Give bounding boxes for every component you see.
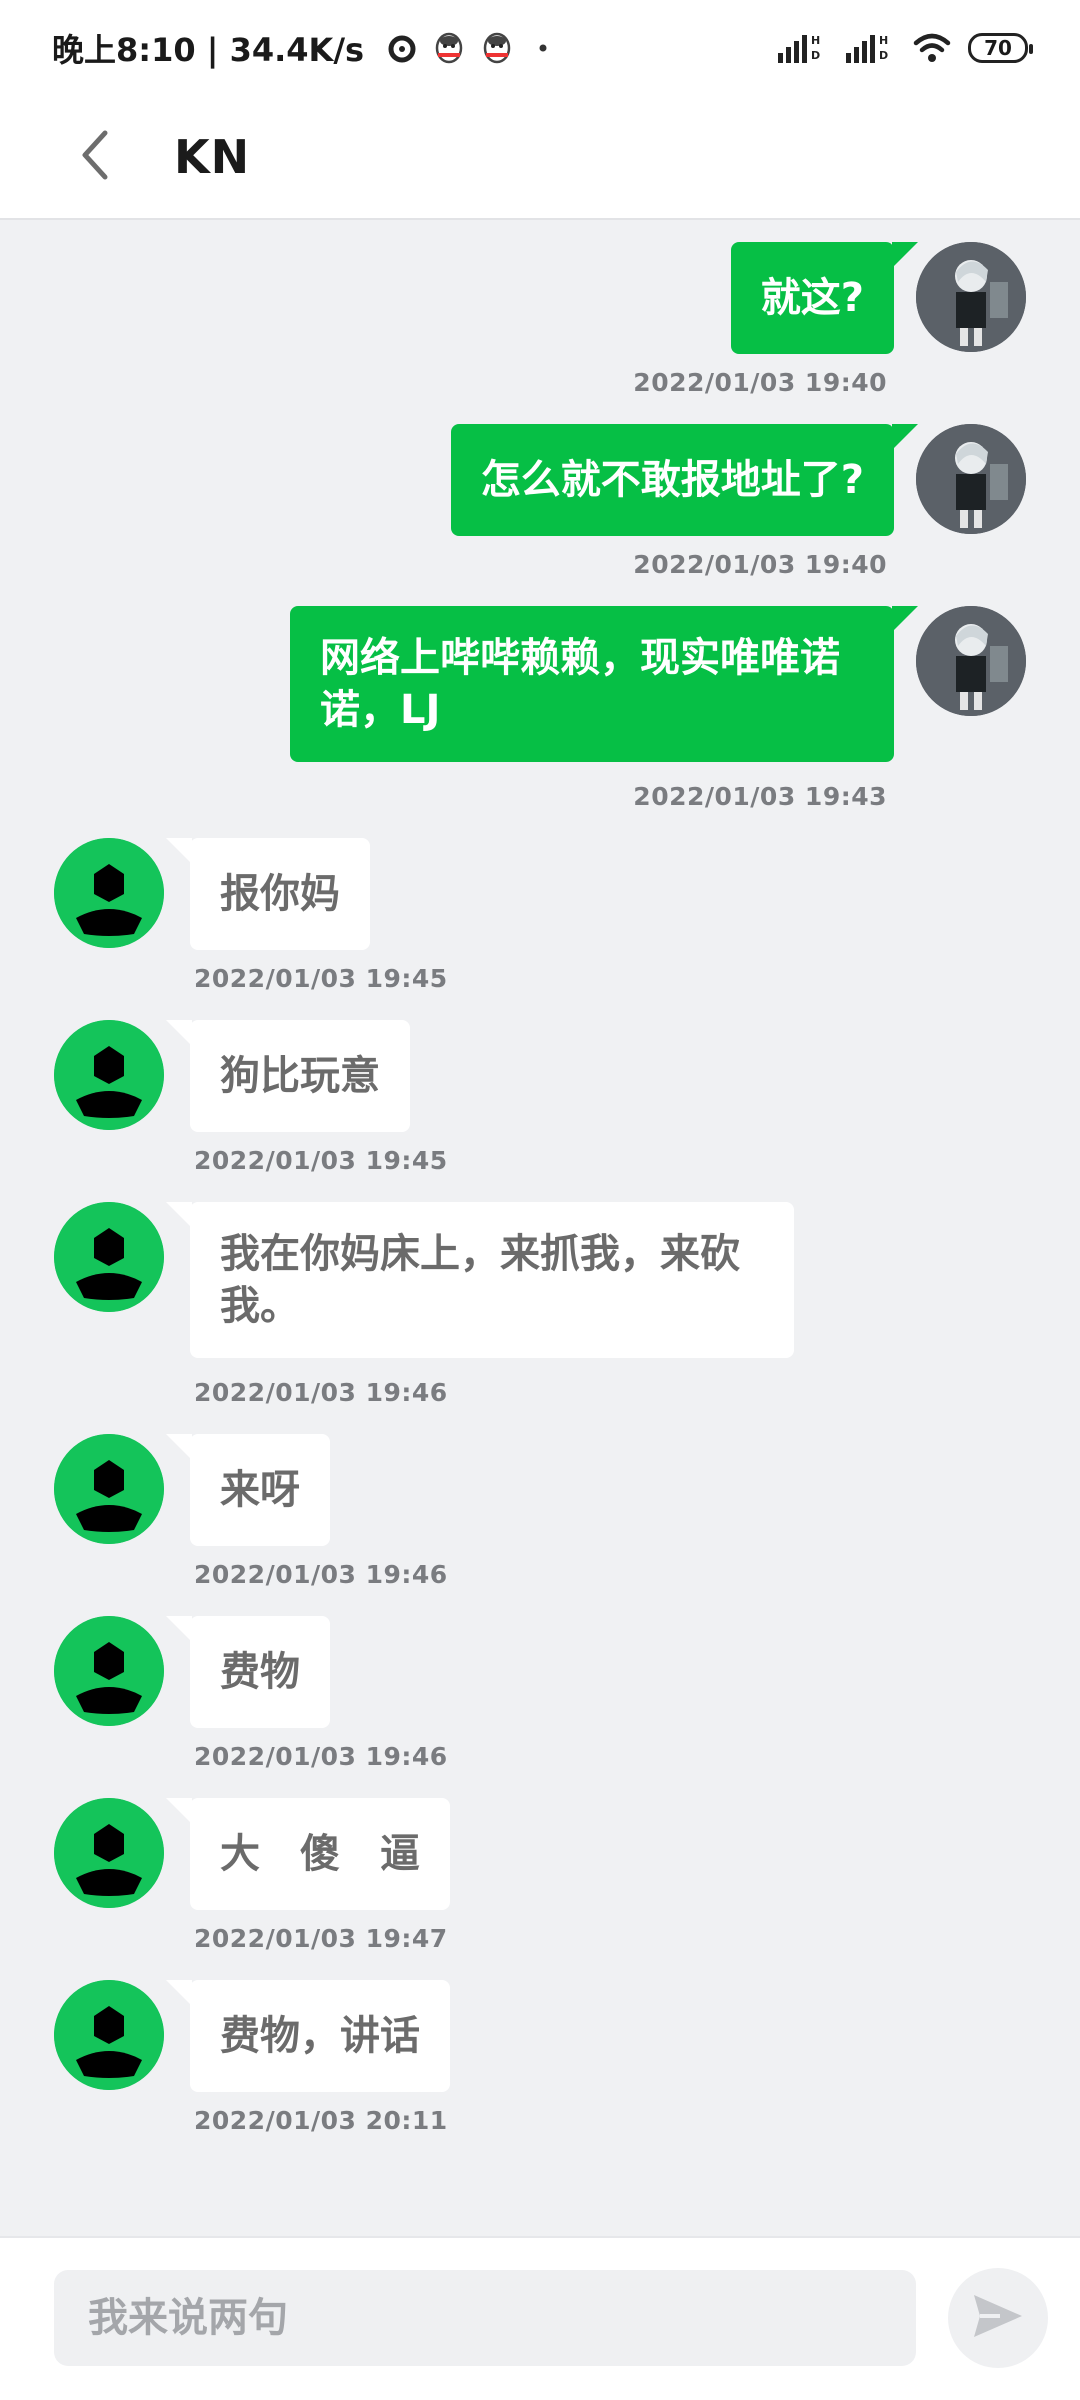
message-timestamp: 2022/01/03 19:45 xyxy=(194,964,448,993)
message-input[interactable] xyxy=(54,2270,916,2366)
message-bubble-sent[interactable]: 就这? xyxy=(730,242,919,354)
contact-avatar[interactable] xyxy=(54,1202,164,1312)
message-text: 怎么就不敢报地址了? xyxy=(480,457,864,503)
message-text: 费物，讲话 xyxy=(220,2013,420,2059)
message-bubble-received[interactable]: 狗比玩意 xyxy=(166,1020,410,1132)
message-bubble-received[interactable]: 我在你妈床上，来抓我，来砍我。 xyxy=(166,1202,794,1358)
back-button[interactable] xyxy=(50,112,140,202)
send-button[interactable] xyxy=(948,2268,1048,2368)
battery-indicator: 70 xyxy=(968,33,1033,63)
contact-avatar[interactable] xyxy=(54,1980,164,2090)
message-bubble-sent[interactable]: 怎么就不敢报地址了? xyxy=(450,424,919,536)
message-text: 网络上哔哔赖赖，现实唯唯诺诺，LJ xyxy=(320,635,840,733)
chat-header: KN xyxy=(0,96,1080,220)
my-avatar[interactable] xyxy=(916,606,1026,716)
message-text: 报你妈 xyxy=(220,871,340,917)
message-text: 就这? xyxy=(760,275,864,321)
page-title: KN xyxy=(174,130,251,184)
wifi-icon xyxy=(912,31,952,65)
contact-avatar[interactable] xyxy=(54,1434,164,1544)
message-bubble-received[interactable]: 大 傻 逼 xyxy=(166,1798,450,1910)
message-timestamp: 2022/01/03 19:40 xyxy=(633,550,887,579)
contact-avatar[interactable] xyxy=(54,1616,164,1726)
svg-text:H: H xyxy=(811,34,820,47)
message-text: 费物 xyxy=(220,1649,300,1695)
message-text: 我在你妈床上，来抓我，来砍我。 xyxy=(220,1231,740,1329)
chat-message-list[interactable]: 就这? 2022/01/03 19:40 怎么就不敢报地址了? 2022/01/… xyxy=(0,222,1080,2236)
message-bubble-received[interactable]: 报你妈 xyxy=(166,838,370,950)
qq-penguin-icon xyxy=(432,31,466,65)
message-timestamp: 2022/01/03 19:46 xyxy=(194,1560,448,1589)
status-icons-left xyxy=(386,31,558,65)
signal-hd-icon: HD xyxy=(844,31,896,65)
message-timestamp: 2022/01/03 19:46 xyxy=(194,1378,448,1407)
contact-avatar[interactable] xyxy=(54,1020,164,1130)
svg-text:D: D xyxy=(811,49,820,62)
my-avatar[interactable] xyxy=(916,242,1026,352)
message-timestamp: 2022/01/03 19:46 xyxy=(194,1742,448,1771)
message-text: 来呀 xyxy=(220,1467,300,1513)
message-bubble-received[interactable]: 费物，讲话 xyxy=(166,1980,450,2092)
svg-text:H: H xyxy=(879,34,888,47)
message-timestamp: 2022/01/03 19:43 xyxy=(633,782,887,811)
alarm-icon xyxy=(386,32,418,64)
status-right: HD HD 70 xyxy=(776,31,1033,65)
status-bar: 晚上8:10 | 34.4K/s HD HD 70 xyxy=(0,0,1080,96)
message-timestamp: 2022/01/03 19:40 xyxy=(633,368,887,397)
message-timestamp: 2022/01/03 20:11 xyxy=(194,2106,448,2135)
message-bubble-received[interactable]: 费物 xyxy=(166,1616,330,1728)
send-arrow-icon xyxy=(970,2291,1026,2345)
signal-hd-icon: HD xyxy=(776,31,828,65)
message-text: 狗比玩意 xyxy=(220,1053,380,1099)
message-timestamp: 2022/01/03 19:45 xyxy=(194,1146,448,1175)
chevron-left-icon xyxy=(75,127,115,187)
status-time-speed: 晚上8:10 | 34.4K/s xyxy=(52,31,365,69)
message-input-bar xyxy=(0,2236,1080,2400)
message-timestamp: 2022/01/03 19:47 xyxy=(194,1924,448,1953)
svg-text:D: D xyxy=(879,49,888,62)
message-text: 大 傻 逼 xyxy=(220,1831,420,1877)
contact-avatar[interactable] xyxy=(54,838,164,948)
message-bubble-sent[interactable]: 网络上哔哔赖赖，现实唯唯诺诺，LJ xyxy=(290,606,918,762)
qq-penguin-icon xyxy=(480,31,514,65)
status-left: 晚上8:10 | 34.4K/s xyxy=(52,25,558,71)
my-avatar[interactable] xyxy=(916,424,1026,534)
contact-avatar[interactable] xyxy=(54,1798,164,1908)
message-bubble-received[interactable]: 来呀 xyxy=(166,1434,330,1546)
dot-icon xyxy=(528,33,558,63)
